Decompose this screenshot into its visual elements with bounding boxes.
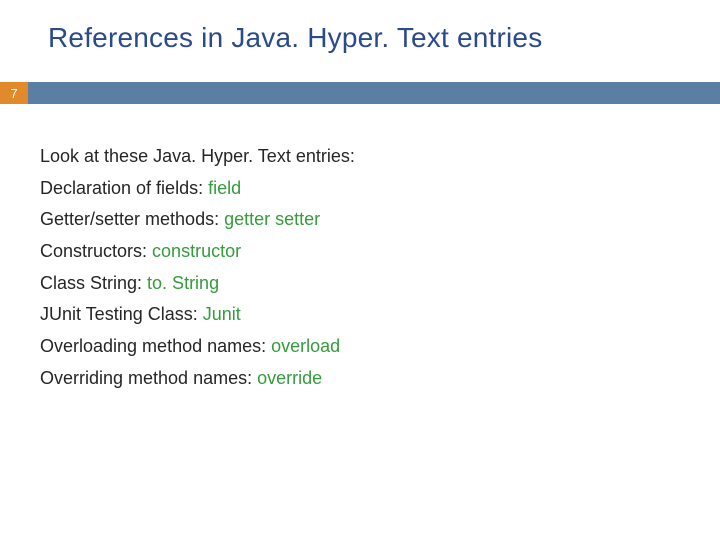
entry-line: Declaration of fields: field [40,174,720,204]
entry-label: Overloading method names: [40,336,271,356]
slide-title: References in Java. Hyper. Text entries [0,22,720,54]
entry-keyword: field [208,178,241,198]
page-number-badge: 7 [0,82,28,104]
entry-label: Overriding method names: [40,368,257,388]
entry-line: Overriding method names: override [40,364,720,394]
entry-line: Class String: to. String [40,269,720,299]
content-block: Look at these Java. Hyper. Text entries:… [0,142,720,394]
entry-keyword: Junit [203,304,241,324]
entry-label: Constructors: [40,241,152,261]
entry-keyword: override [257,368,322,388]
entry-label: Getter/setter methods: [40,209,224,229]
entry-label: Class String: [40,273,147,293]
entry-label: JUnit Testing Class: [40,304,203,324]
slide: References in Java. Hyper. Text entries … [0,0,720,540]
entry-line: JUnit Testing Class: Junit [40,300,720,330]
entry-keyword: to. String [147,273,219,293]
entry-line: Constructors: constructor [40,237,720,267]
intro-line: Look at these Java. Hyper. Text entries: [40,142,720,172]
page-bar-fill [28,82,720,104]
entry-keyword: getter setter [224,209,320,229]
entry-line: Overloading method names: overload [40,332,720,362]
entry-keyword: constructor [152,241,241,261]
entry-line: Getter/setter methods: getter setter [40,205,720,235]
entry-label: Declaration of fields: [40,178,208,198]
entry-keyword: overload [271,336,340,356]
page-bar: 7 [0,82,720,104]
